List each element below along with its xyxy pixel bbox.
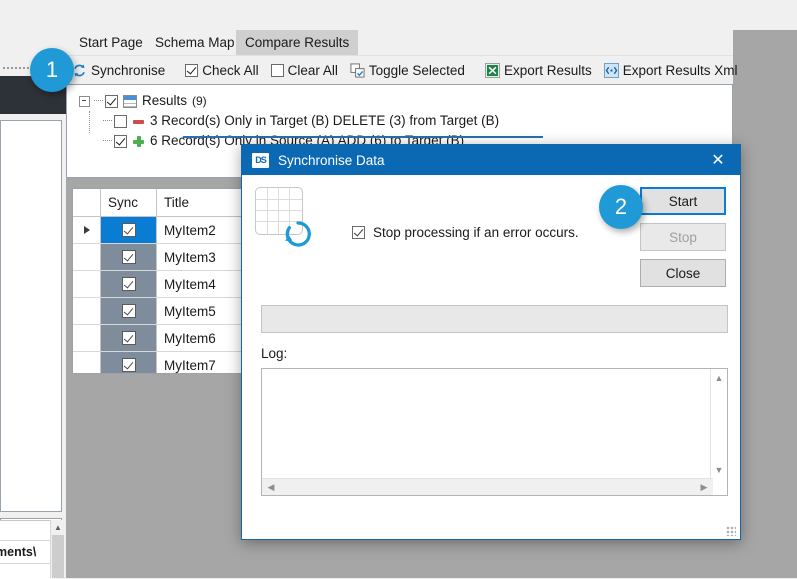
stop-on-error-checkbox[interactable] xyxy=(352,226,365,239)
scroll-down-icon[interactable]: ▼ xyxy=(711,463,727,477)
refresh-spinner-icon xyxy=(285,221,311,247)
log-vertical-scrollbar[interactable]: ▲ ▼ xyxy=(710,369,727,479)
scroll-right-icon[interactable]: ▶ xyxy=(697,479,711,495)
row-indicator xyxy=(73,217,101,243)
tree-node-results[interactable]: Results (9) xyxy=(67,91,732,133)
left-pane-scrollbar[interactable]: ▲ xyxy=(50,520,65,578)
desktop-gray-area-right xyxy=(733,30,797,578)
check-all-label: Check All xyxy=(202,63,259,78)
callout-badge-2: 2 xyxy=(599,185,643,229)
sync-checkbox[interactable] xyxy=(121,358,136,372)
export-results-button[interactable]: Export Results xyxy=(479,56,598,85)
row-sync-cell[interactable] xyxy=(101,217,157,243)
scroll-up-icon[interactable]: ▲ xyxy=(711,371,727,385)
tab-start-page[interactable]: Start Page xyxy=(70,30,152,55)
app-logo-icon: DS xyxy=(252,152,269,168)
tab-schema-map[interactable]: Schema Map xyxy=(146,30,244,55)
close-button[interactable]: Close xyxy=(640,259,726,287)
dialog-title: Synchronise Data xyxy=(278,152,385,168)
toggle-selected-icon xyxy=(350,63,365,78)
synchronise-label: Synchronise xyxy=(91,63,166,78)
sync-checkbox[interactable] xyxy=(121,223,136,237)
tree-selection-underline xyxy=(183,136,543,138)
current-row-arrow-icon xyxy=(83,226,90,234)
scroll-up-icon[interactable]: ▲ xyxy=(51,520,65,534)
toggle-selected-button[interactable]: Toggle Selected xyxy=(344,56,471,85)
clear-all-icon xyxy=(270,64,284,77)
tree-delete-checkbox[interactable] xyxy=(114,114,127,128)
grid-header-indicator xyxy=(73,189,101,216)
check-all-icon xyxy=(185,64,199,77)
sync-checkbox[interactable] xyxy=(121,331,136,345)
tree-delete-label: 3 Record(s) Only in Target (B) DELETE (3… xyxy=(150,113,500,128)
tree-line-2 xyxy=(103,120,112,122)
excel-export-icon xyxy=(484,63,500,78)
synchronise-icon xyxy=(74,64,85,77)
results-toolbar: Synchronise Check All Clear All Toggle S… xyxy=(66,55,738,85)
callout-badge-1: 1 xyxy=(30,48,74,92)
stop-button: Stop xyxy=(640,223,726,251)
row-indicator xyxy=(73,244,101,270)
dialog-body: Stop processing if an error occurs. Star… xyxy=(242,175,740,539)
synchronise-data-dialog: DS Synchronise Data ✕ Stop processing if… xyxy=(241,144,741,540)
add-plus-icon xyxy=(132,135,145,148)
grid-header-sync[interactable]: Sync xyxy=(101,189,157,216)
tree-root-label: Results xyxy=(142,93,188,108)
close-icon[interactable]: ✕ xyxy=(696,145,740,175)
row-sync-cell[interactable] xyxy=(101,271,157,297)
row-sync-cell[interactable] xyxy=(101,244,157,270)
scroll-left-icon[interactable]: ◀ xyxy=(264,479,278,495)
stop-on-error-option[interactable]: Stop processing if an error occurs. xyxy=(352,225,579,240)
start-button[interactable]: Start xyxy=(640,187,726,215)
row-sync-cell[interactable] xyxy=(101,352,157,373)
path-text: ments\ xyxy=(0,545,37,559)
tree-line-3 xyxy=(103,140,112,142)
row-indicator xyxy=(73,325,101,351)
tree-add-checkbox[interactable] xyxy=(114,134,127,148)
check-all-button[interactable]: Check All xyxy=(179,56,264,85)
tree-root-checkbox[interactable] xyxy=(105,94,118,108)
sync-checkbox[interactable] xyxy=(121,304,136,318)
sync-checkbox[interactable] xyxy=(121,250,136,264)
row-indicator xyxy=(73,271,101,297)
clear-all-label: Clear All xyxy=(287,63,338,78)
synchronise-button[interactable]: Synchronise xyxy=(66,56,171,85)
sync-checkbox[interactable] xyxy=(121,277,136,291)
toggle-selected-label: Toggle Selected xyxy=(368,63,465,78)
tab-compare-results[interactable]: Compare Results xyxy=(236,30,359,55)
resize-grip-icon[interactable] xyxy=(726,526,736,536)
row-sync-cell[interactable] xyxy=(101,298,157,324)
export-results-xml-label: Export Results Xml xyxy=(622,63,738,78)
stop-on-error-label: Stop processing if an error occurs. xyxy=(373,225,579,240)
dialog-title-bar[interactable]: DS Synchronise Data ✕ xyxy=(242,145,740,175)
delete-minus-icon xyxy=(132,115,145,128)
tree-node-delete[interactable]: 3 Record(s) Only in Target (B) DELETE (3… xyxy=(67,111,732,131)
tree-root-count: (9) xyxy=(192,94,207,108)
progress-bar xyxy=(261,305,728,333)
left-path-value: ments\ xyxy=(0,540,50,564)
row-indicator xyxy=(73,352,101,373)
log-horizontal-scrollbar[interactable]: ◀ ▶ xyxy=(262,478,713,495)
log-textarea[interactable]: ▲ ▼ ◀ ▶ xyxy=(261,368,728,496)
scrollbar-thumb[interactable] xyxy=(52,535,64,578)
collapse-icon[interactable] xyxy=(79,95,90,107)
export-results-label: Export Results xyxy=(503,63,592,78)
sync-animation-graphic xyxy=(255,187,313,249)
left-tree-area[interactable] xyxy=(0,120,62,512)
row-sync-cell[interactable] xyxy=(101,325,157,351)
row-indicator xyxy=(73,298,101,324)
results-grid-icon xyxy=(123,94,137,108)
tab-strip: Start Page Schema Map Compare Results xyxy=(66,30,733,55)
xml-export-icon xyxy=(603,63,619,78)
export-results-xml-button[interactable]: Export Results Xml xyxy=(598,56,744,85)
tree-line xyxy=(94,100,103,102)
log-label: Log: xyxy=(261,346,288,361)
clear-all-button[interactable]: Clear All xyxy=(265,56,344,85)
